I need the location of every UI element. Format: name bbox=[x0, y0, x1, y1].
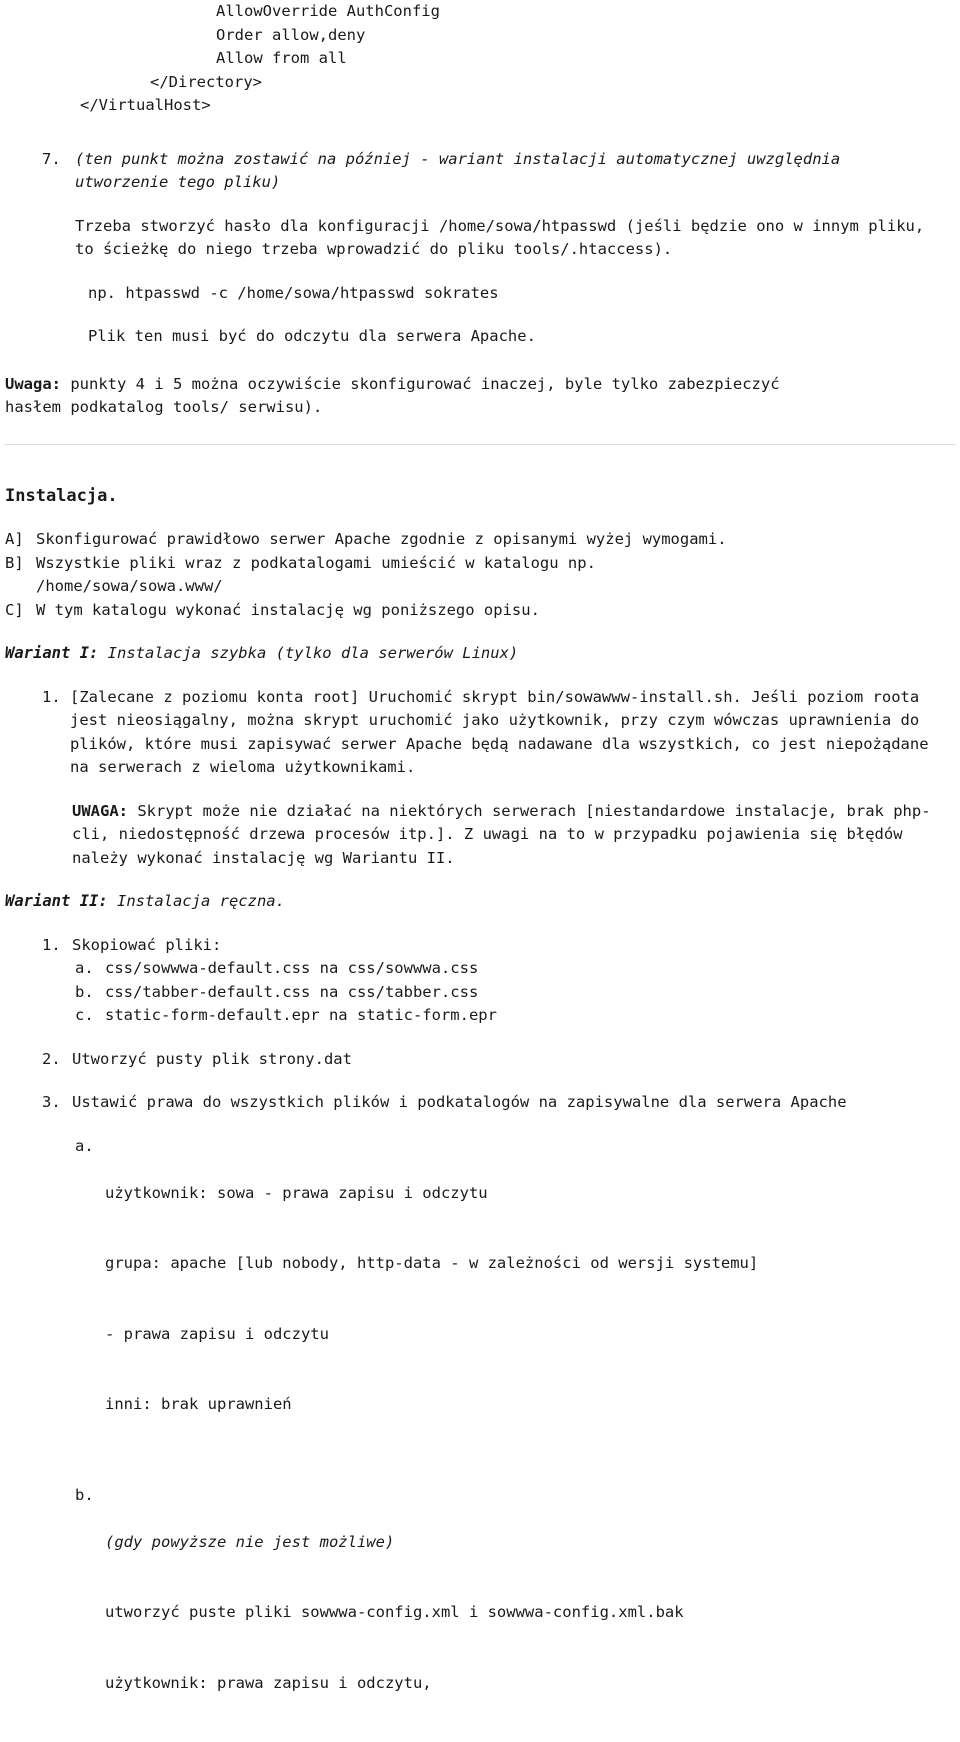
wariant-2-title: Instalacja ręczna. bbox=[108, 892, 285, 910]
list-item-c-text: W tym katalogu wykonać instalację wg pon… bbox=[36, 599, 960, 623]
note-uwaga-skrypt: UWAGA: Skrypt może nie działać na niektó… bbox=[0, 800, 960, 871]
permissions-a-line-2: grupa: apache [lub nobody, http-data - w… bbox=[105, 1252, 960, 1276]
list-marker-a: A] bbox=[5, 528, 36, 552]
sub-marker-c: c. bbox=[0, 1004, 105, 1028]
wariant-2-step-1-marker: 1. bbox=[0, 934, 72, 958]
code-line-allow: Allow from all bbox=[0, 47, 960, 71]
code-line-close-virtualhost: </VirtualHost> bbox=[0, 94, 960, 118]
list-item-7-note: (ten punkt można zostawić na później - w… bbox=[75, 148, 960, 195]
wariant-1-step-1: 1. [Zalecane z poziomu konta root] Uruch… bbox=[0, 686, 960, 780]
note-uwaga-skrypt-text: Skrypt może nie działać na niektórych se… bbox=[72, 802, 931, 867]
wariant-2-step-1-sub-b: b. css/tabber-default.css na css/tabber.… bbox=[0, 981, 960, 1005]
permissions-b-line-2: użytkownik: prawa zapisu i odczytu, bbox=[105, 1672, 960, 1696]
sub-text-c: static-form-default.epr na static-form.e… bbox=[105, 1004, 960, 1028]
wariant-2-step-2-text: Utworzyć pusty plik strony.dat bbox=[72, 1048, 960, 1072]
wariant-2-step-3: 3. Ustawić prawa do wszystkich plików i … bbox=[0, 1091, 960, 1115]
list-marker-b: B] bbox=[5, 552, 36, 576]
list-marker-7: 7. bbox=[0, 148, 75, 172]
wariant-1-title: Instalacja szybka (tylko dla serwerów Li… bbox=[98, 644, 518, 662]
wariant-2-label: Wariant II: bbox=[5, 892, 108, 910]
permissions-text-b: (gdy powyższe nie jest możliwe) utworzyć… bbox=[105, 1484, 960, 1742]
permissions-a-line-3: - prawa zapisu i odczytu bbox=[105, 1323, 960, 1347]
section-heading-instalacja: Instalacja. bbox=[0, 485, 960, 509]
paragraph-htpasswd-example: np. htpasswd -c /home/sowa/htpasswd sokr… bbox=[0, 282, 960, 306]
note-uwaga: Uwaga: punkty 4 i 5 można oczywiście sko… bbox=[0, 373, 960, 420]
list-item-c: C] W tym katalogu wykonać instalację wg … bbox=[0, 599, 960, 623]
permissions-text-a: użytkownik: sowa - prawa zapisu i odczyt… bbox=[105, 1135, 960, 1464]
sub-text-a: css/sowwwa-default.css na css/sowwwa.css bbox=[105, 957, 960, 981]
sub-marker-a: a. bbox=[0, 957, 105, 981]
list-item-a-text: Skonfigurować prawidłowo serwer Apache z… bbox=[36, 528, 960, 552]
heading-wariant-1: Wariant I: Instalacja szybka (tylko dla … bbox=[0, 642, 960, 666]
code-line-order: Order allow,deny bbox=[0, 24, 960, 48]
document-page: AllowOverride AuthConfig Order allow,den… bbox=[0, 0, 960, 1429]
wariant-2-step-1-sub-c: c. static-form-default.epr na static-for… bbox=[0, 1004, 960, 1028]
permissions-b-line-1: utworzyć puste pliki sowwwa-config.xml i… bbox=[105, 1601, 960, 1625]
list-item-b: B] Wszystkie pliki wraz z podkatalogami … bbox=[0, 552, 960, 599]
wariant-2-step-1-text: Skopiować pliki: bbox=[72, 934, 960, 958]
code-line-close-directory: </Directory> bbox=[0, 71, 960, 95]
permissions-item-a: a. użytkownik: sowa - prawa zapisu i odc… bbox=[0, 1135, 960, 1464]
note-uwaga-label: Uwaga: bbox=[5, 375, 61, 393]
permissions-a-line-4: inni: brak uprawnień bbox=[105, 1393, 960, 1417]
heading-wariant-2: Wariant II: Instalacja ręczna. bbox=[0, 890, 960, 914]
list-item-7: 7. (ten punkt można zostawić na później … bbox=[0, 148, 960, 195]
permissions-marker-a: a. bbox=[0, 1135, 105, 1159]
wariant-1-step-1-marker: 1. bbox=[0, 686, 70, 710]
permissions-marker-b: b. bbox=[0, 1484, 105, 1508]
wariant-2-step-3-text: Ustawić prawa do wszystkich plików i pod… bbox=[72, 1091, 960, 1115]
wariant-1-step-1-text: [Zalecane z poziomu konta root] Uruchomi… bbox=[70, 686, 960, 780]
wariant-1-label: Wariant I: bbox=[5, 644, 98, 662]
note-uwaga-skrypt-label: UWAGA: bbox=[72, 802, 128, 820]
list-marker-c: C] bbox=[5, 599, 36, 623]
permissions-b-italic-line: (gdy powyższe nie jest możliwe) bbox=[105, 1531, 960, 1555]
paragraph-create-password: Trzeba stworzyć hasło dla konfiguracji /… bbox=[0, 215, 960, 262]
list-item-b-text: Wszystkie pliki wraz z podkatalogami umi… bbox=[36, 552, 960, 599]
note-uwaga-text: punkty 4 i 5 można oczywiście skonfiguro… bbox=[5, 375, 789, 417]
wariant-2-step-2: 2. Utworzyć pusty plik strony.dat bbox=[0, 1048, 960, 1072]
wariant-2-step-2-marker: 2. bbox=[0, 1048, 72, 1072]
permissions-a-line-1: użytkownik: sowa - prawa zapisu i odczyt… bbox=[105, 1182, 960, 1206]
list-item-a: A] Skonfigurować prawidłowo serwer Apach… bbox=[0, 528, 960, 552]
sub-text-b: css/tabber-default.css na css/tabber.css bbox=[105, 981, 960, 1005]
wariant-2-step-1-sub-a: a. css/sowwwa-default.css na css/sowwwa.… bbox=[0, 957, 960, 981]
wariant-2-step-1: 1. Skopiować pliki: bbox=[0, 934, 960, 958]
wariant-2-step-3-marker: 3. bbox=[0, 1091, 72, 1115]
code-block: AllowOverride AuthConfig Order allow,den… bbox=[0, 0, 960, 118]
code-line-allowoverride: AllowOverride AuthConfig bbox=[0, 0, 960, 24]
sub-marker-b: b. bbox=[0, 981, 105, 1005]
permissions-item-b: b. (gdy powyższe nie jest możliwe) utwor… bbox=[0, 1484, 960, 1742]
paragraph-readable-note: Plik ten musi być do odczytu dla serwera… bbox=[0, 325, 960, 349]
